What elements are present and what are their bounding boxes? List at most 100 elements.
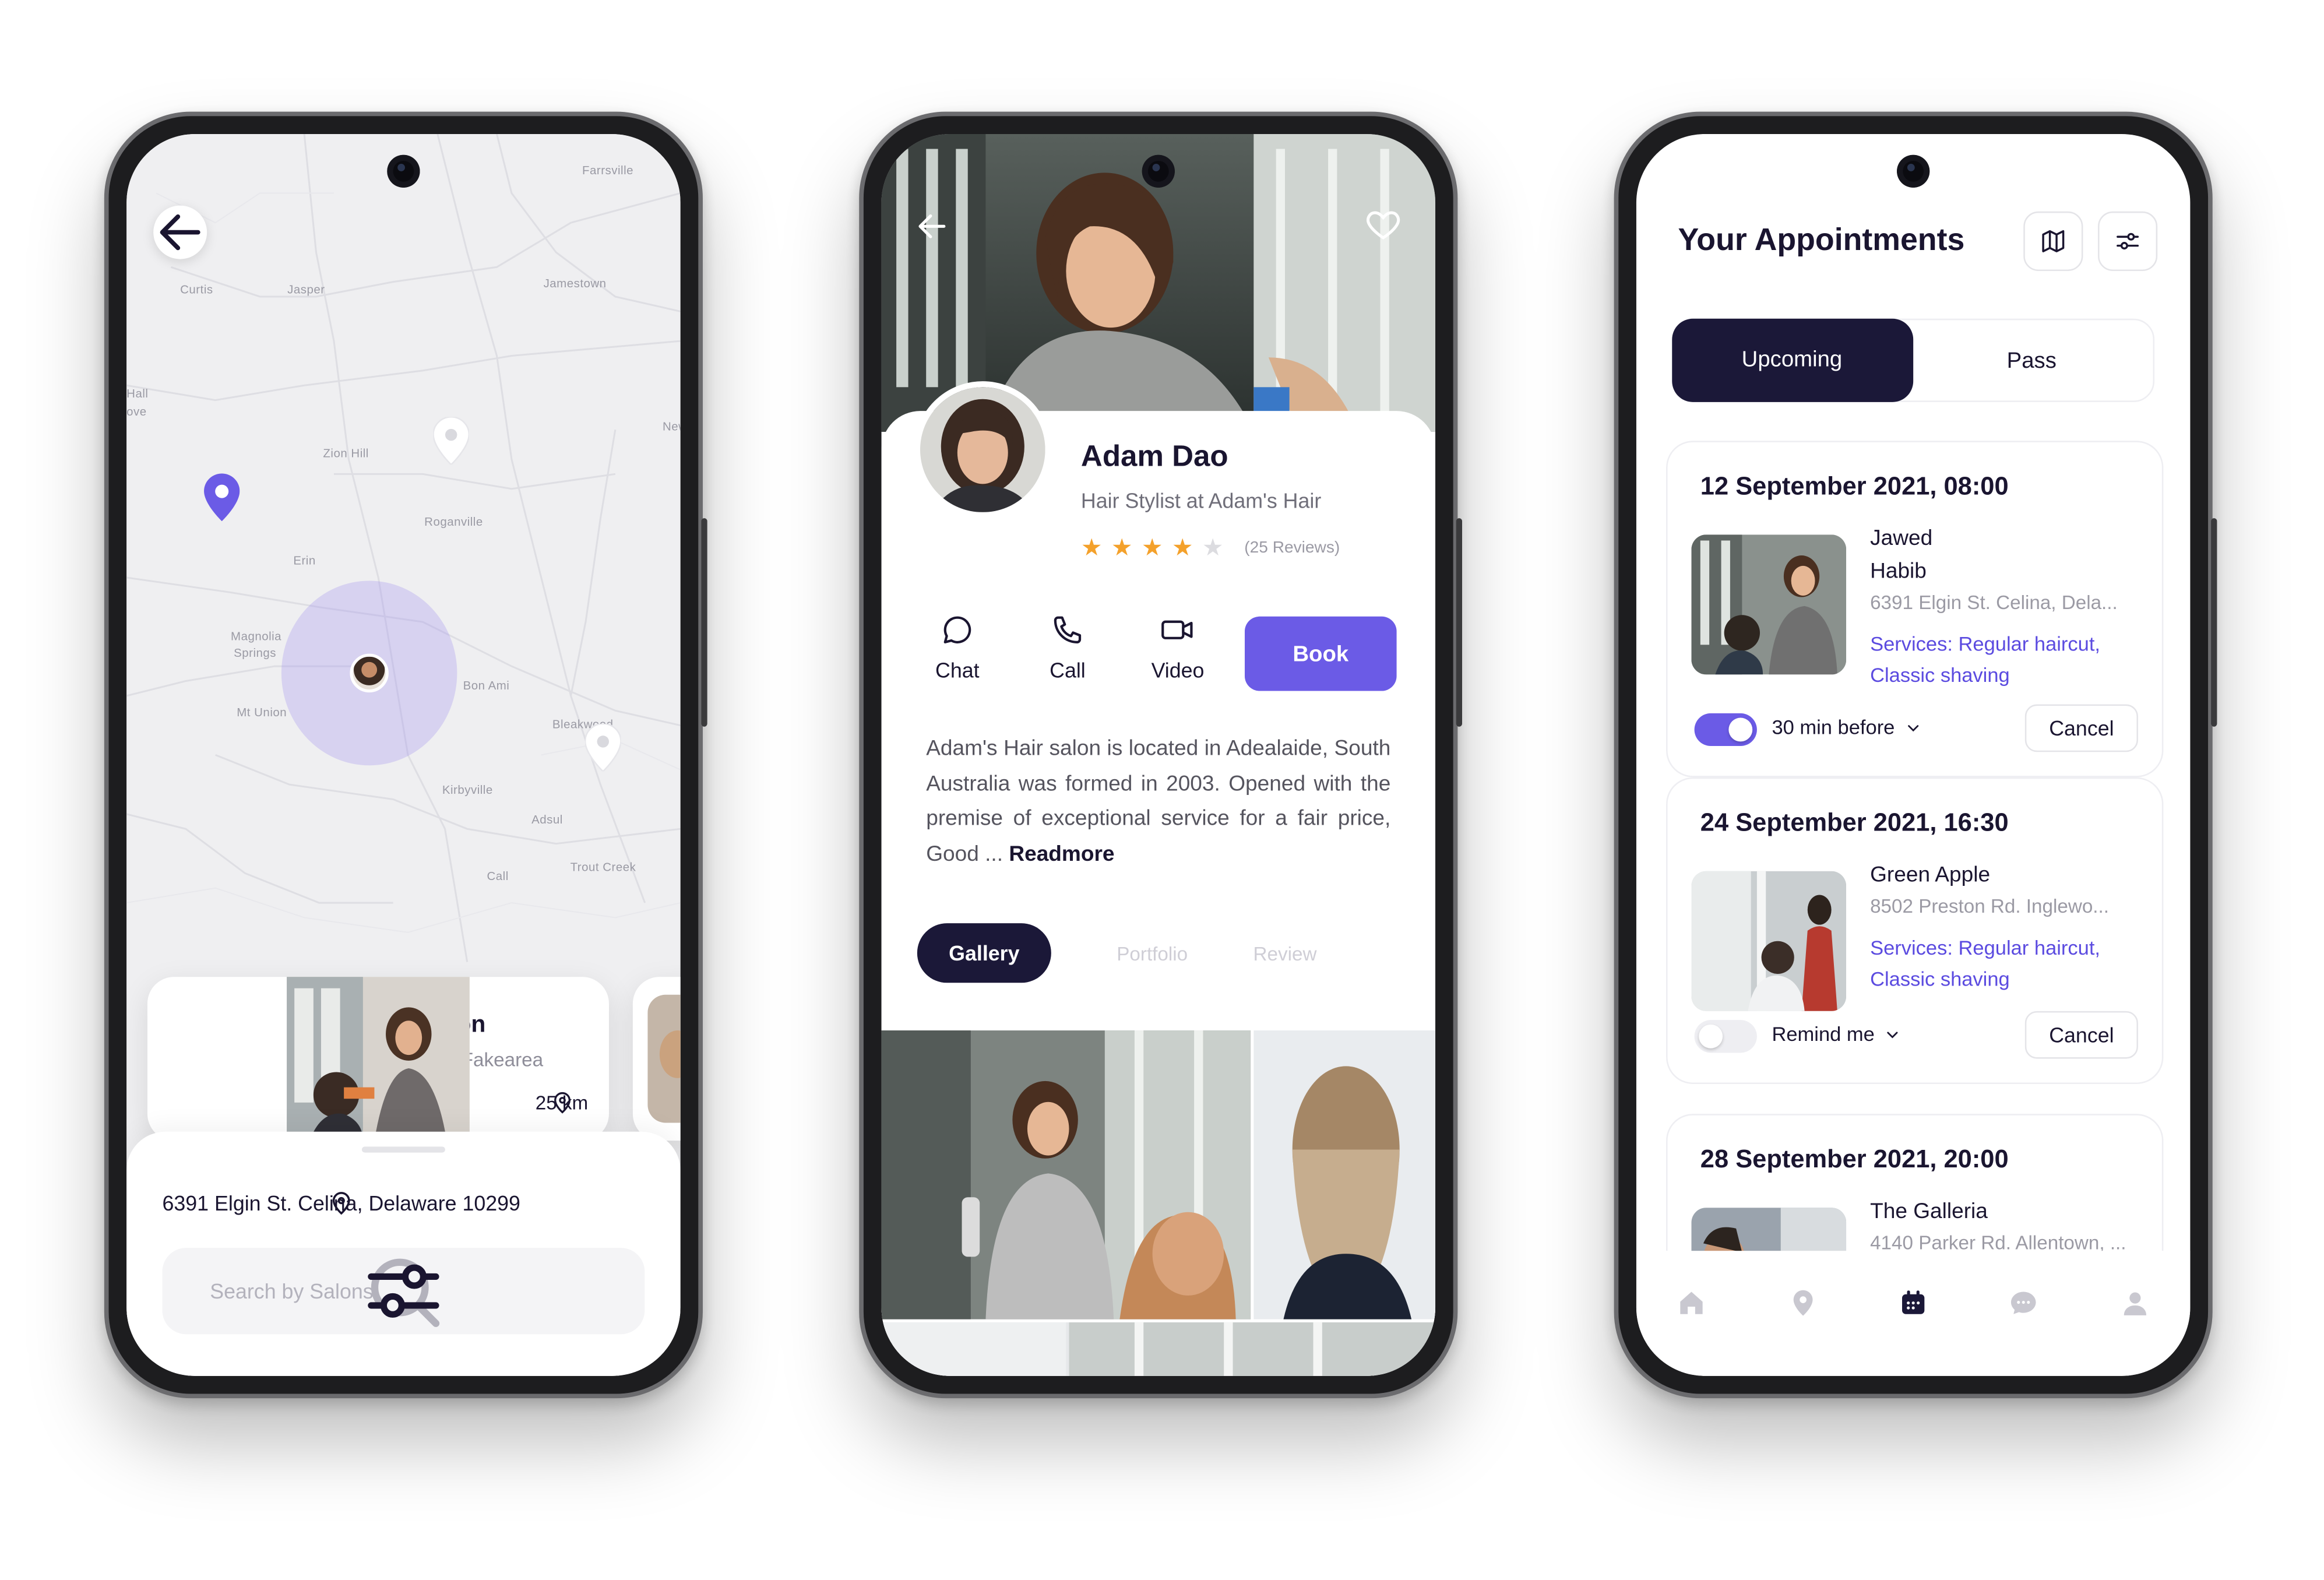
readmore-link[interactable]: Readmore bbox=[1009, 842, 1114, 866]
nav-appointments[interactable] bbox=[1897, 1287, 1929, 1319]
video-label: Video bbox=[1151, 658, 1205, 682]
reminder-toggle[interactable] bbox=[1694, 713, 1757, 747]
star-icon: ★ bbox=[1141, 536, 1163, 562]
reminder-toggle[interactable] bbox=[1694, 1020, 1757, 1053]
reminder-select[interactable]: 30 min before bbox=[1772, 716, 1921, 738]
review-count: (25 Reviews) bbox=[1244, 539, 1340, 557]
profile-rating: ★ ★ ★ ★ ★ (25 Reviews) bbox=[1081, 533, 1340, 563]
avatar bbox=[914, 381, 1051, 519]
sheet-handle[interactable] bbox=[361, 1146, 445, 1153]
map-view[interactable]: Farrsville Curtis Jasper Jamestown Hall … bbox=[126, 133, 681, 1376]
salon-distance: 25 km bbox=[536, 1092, 588, 1114]
map-view-button[interactable] bbox=[2023, 211, 2083, 272]
tab-portfolio[interactable]: Portfolio bbox=[1117, 942, 1188, 964]
star-icon: ★ bbox=[1111, 536, 1133, 562]
appointment-date: 24 September 2021, 16:30 bbox=[1700, 808, 2009, 837]
location-icon bbox=[1793, 1290, 1812, 1316]
map-label: Kirbyville bbox=[442, 783, 493, 797]
cancel-button[interactable]: Cancel bbox=[2024, 1011, 2138, 1059]
appointment-segment: Upcoming Pass bbox=[1671, 318, 2155, 402]
map-label: Farrsville bbox=[582, 164, 634, 178]
side-button bbox=[701, 518, 707, 727]
heart-icon[interactable] bbox=[1364, 206, 1402, 244]
nav-home[interactable] bbox=[1675, 1287, 1708, 1319]
chat-button[interactable]: Chat bbox=[923, 614, 992, 682]
tab-pass[interactable]: Pass bbox=[1910, 320, 2153, 400]
message-icon bbox=[2011, 1292, 2037, 1314]
tab-review[interactable]: Review bbox=[1253, 942, 1317, 964]
salon-name: The Galleria bbox=[1870, 1200, 1988, 1224]
filter-icon[interactable] bbox=[162, 1248, 645, 1334]
chevron-down-icon bbox=[1887, 1031, 1898, 1038]
gallery-image[interactable] bbox=[881, 1322, 1436, 1376]
book-button[interactable]: Book bbox=[1244, 616, 1397, 691]
map-label: Roganville bbox=[424, 515, 483, 529]
reminder-select[interactable]: Remind me bbox=[1772, 1023, 1901, 1046]
profile-role: Hair Stylist at Adam's Hair bbox=[1080, 488, 1322, 512]
tab-gallery[interactable]: Gallery bbox=[917, 923, 1051, 983]
user-location-avatar bbox=[350, 653, 389, 693]
page-title: Your Appointments bbox=[1678, 223, 1965, 258]
bottom-sheet: 6391 Elgin St. Celina, Delaware 10299 bbox=[126, 1131, 681, 1376]
appointment-card[interactable]: 12 September 2021, 08:00 Jawed Habib 639… bbox=[1666, 441, 2164, 777]
side-button bbox=[1456, 518, 1463, 727]
profile-tabs: Gallery Portfolio Review bbox=[917, 923, 1317, 983]
back-button[interactable] bbox=[153, 205, 207, 259]
map-label: Call bbox=[487, 870, 509, 884]
phone-icon bbox=[1054, 616, 1082, 643]
filter-button[interactable] bbox=[2097, 211, 2158, 272]
camera-punch-hole bbox=[387, 154, 420, 188]
location-icon bbox=[332, 1192, 350, 1215]
video-button[interactable]: Video bbox=[1143, 614, 1212, 682]
next-salon-card[interactable] bbox=[632, 977, 681, 1141]
map-label: Magnolia bbox=[231, 629, 282, 643]
nav-messages[interactable] bbox=[2008, 1287, 2040, 1319]
phone-profile: Adam Dao Hair Stylist at Adam's Hair ★ ★ ★… bbox=[859, 111, 1463, 1399]
appointment-card[interactable]: 24 September 2021, 16:30 Green Apple 850… bbox=[1666, 777, 2164, 1085]
salon-pin-icon[interactable] bbox=[585, 723, 621, 772]
cancel-button[interactable]: Cancel bbox=[2024, 704, 2138, 752]
appointment-services: Services: Regular haircut, Classic shavi… bbox=[1870, 937, 2101, 990]
gallery-grid bbox=[881, 1030, 1436, 1376]
call-label: Call bbox=[1050, 658, 1086, 682]
salon-thumbnail bbox=[162, 977, 470, 1141]
camera-punch-hole bbox=[1897, 154, 1930, 188]
appointment-date: 28 September 2021, 20:00 bbox=[1700, 1145, 2009, 1174]
map-label: Springs bbox=[234, 646, 277, 660]
location-icon bbox=[554, 1092, 570, 1114]
tab-upcoming[interactable]: Upcoming bbox=[1671, 318, 1913, 402]
gallery-image[interactable] bbox=[881, 1030, 1251, 1319]
arrow-left-icon[interactable] bbox=[914, 209, 950, 244]
calendar-icon bbox=[1902, 1290, 1925, 1314]
call-button[interactable]: Call bbox=[1033, 614, 1102, 682]
salon-card[interactable]: Adam's Salon 2000 Fake Rd. Fakearea ★★★★… bbox=[147, 977, 609, 1141]
chat-icon bbox=[943, 616, 971, 643]
salon-pin-icon[interactable] bbox=[433, 417, 469, 465]
profile-name: Adam Dao bbox=[1080, 441, 1228, 474]
map-label: Jamestown bbox=[543, 277, 607, 291]
appointment-services: Services: Regular haircut, Classic shavi… bbox=[1870, 632, 2101, 686]
star-icon: ★ bbox=[1080, 536, 1103, 562]
salon-address: 6391 Elgin St. Celina, Dela... bbox=[1870, 591, 2118, 614]
nav-profile[interactable] bbox=[2118, 1287, 2151, 1319]
nav-map[interactable] bbox=[1786, 1287, 1819, 1319]
gallery-image[interactable] bbox=[1253, 1030, 1436, 1319]
search-bar bbox=[162, 1248, 645, 1335]
about-text: Adam's Hair salon is located in Adealaid… bbox=[926, 733, 1390, 872]
map-label: Zion Hill bbox=[323, 446, 369, 460]
mockup-stage: Farrsville Curtis Jasper Jamestown Hall … bbox=[0, 0, 2324, 1580]
profile-screen: Adam Dao Hair Stylist at Adam's Hair ★ ★ ★… bbox=[881, 133, 1436, 1376]
map-icon bbox=[2042, 230, 2065, 252]
mockup-canvas: Farrsville Curtis Jasper Jamestown Hall … bbox=[0, 0, 2323, 1580]
side-button bbox=[2211, 518, 2217, 727]
salon-name: Green Apple bbox=[1870, 863, 1991, 888]
appointment-photo bbox=[1691, 871, 1847, 1011]
selected-pin-icon[interactable] bbox=[204, 473, 240, 522]
current-address: 6391 Elgin St. Celina, Delaware 10299 bbox=[162, 1191, 520, 1215]
phone-map: Farrsville Curtis Jasper Jamestown Hall … bbox=[104, 111, 707, 1399]
appointment-date: 12 September 2021, 08:00 bbox=[1700, 471, 2009, 501]
arrow-left-icon bbox=[160, 214, 200, 251]
chevron-down-icon bbox=[1907, 724, 1918, 731]
video-icon bbox=[1161, 620, 1193, 639]
star-icon: ★ bbox=[1171, 536, 1193, 562]
